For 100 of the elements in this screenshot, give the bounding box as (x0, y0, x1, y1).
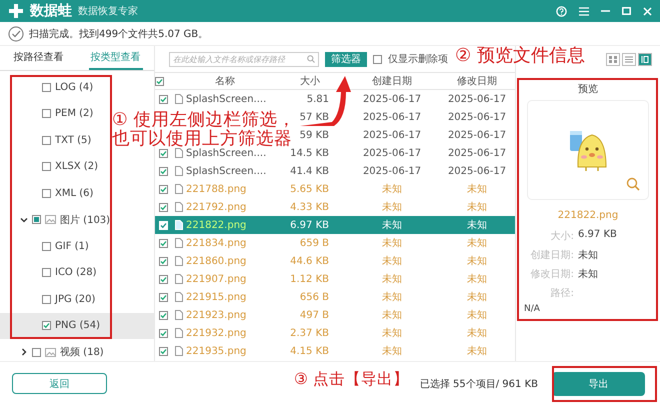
check-circle-icon (8, 26, 24, 42)
chevron-right-icon[interactable] (20, 348, 28, 356)
category-label[interactable]: PNG (54) (55, 320, 100, 332)
category-label[interactable]: JPG (20) (55, 294, 96, 305)
created-date: 未知 (382, 200, 402, 214)
search-icon[interactable] (307, 55, 315, 63)
created-date: 2025-06-17 (362, 166, 422, 176)
preview-view-icon[interactable] (638, 52, 652, 66)
checkbox[interactable] (159, 274, 168, 284)
checkbox[interactable] (159, 166, 168, 176)
checkbox[interactable] (42, 82, 51, 92)
view-tab[interactable]: 按类型查看 (88, 46, 142, 70)
annotation-text: ② 预览文件信息 (455, 47, 585, 65)
file-size: 2.37 KB (290, 328, 329, 338)
selected-category-item[interactable]: PNG (54) (0, 312, 154, 339)
checkbox[interactable] (159, 184, 168, 194)
info-label: 路径: (550, 287, 574, 300)
checkbox[interactable] (373, 54, 382, 64)
list-view-icon[interactable] (622, 52, 636, 66)
file-name[interactable]: SplashScreen.... (186, 166, 266, 176)
file-size: 4.15 KB (290, 346, 329, 356)
checkbox[interactable] (42, 188, 51, 198)
image-icon (45, 215, 56, 224)
export-button[interactable]: 导出 (552, 372, 645, 396)
modified-date: 未知 (467, 254, 487, 268)
file-name[interactable]: SplashScreen.... (186, 148, 266, 158)
checkbox[interactable] (159, 292, 168, 302)
zoom-icon[interactable] (626, 177, 640, 191)
modified-date: 未知 (467, 308, 487, 322)
modified-date: 2025-06-17 (448, 148, 506, 158)
column-header[interactable]: 大小 (300, 74, 320, 88)
file-size: 44.6 KB (290, 256, 329, 266)
checkbox[interactable] (42, 321, 51, 330)
menu-icon[interactable] (579, 6, 589, 16)
checkbox[interactable] (159, 256, 168, 266)
created-date: 未知 (382, 218, 402, 232)
checkbox[interactable] (155, 76, 164, 86)
file-size: 14.5 KB (290, 148, 329, 158)
modified-date: 2025-06-17 (448, 94, 506, 104)
chevron-down-icon[interactable] (20, 216, 28, 224)
checkbox[interactable] (42, 294, 51, 304)
checkbox[interactable] (32, 215, 41, 224)
category-label[interactable]: 图片 (103) (60, 212, 110, 227)
checkbox[interactable] (42, 162, 51, 172)
minimize-icon[interactable] (601, 10, 610, 12)
file-size: 4.33 KB (290, 202, 329, 212)
category-label[interactable]: GIF (1) (55, 240, 89, 252)
modified-date: 未知 (467, 344, 487, 358)
maximize-icon[interactable] (622, 7, 631, 15)
column-header[interactable]: 名称 (215, 74, 235, 88)
category-label[interactable]: TXT (5) (55, 134, 92, 146)
checkbox[interactable] (159, 328, 168, 338)
search-field[interactable]: 在此处输入文件名称或保存路径 (169, 52, 319, 66)
logo-icon (8, 3, 24, 19)
checkbox[interactable] (42, 109, 51, 118)
checkbox[interactable] (42, 136, 51, 145)
modified-date: 2025-06-17 (448, 130, 506, 140)
checkbox[interactable] (159, 202, 168, 212)
view-tab[interactable]: 按路径查看 (12, 46, 66, 70)
file-name[interactable]: SplashScreen.... (186, 94, 266, 104)
created-date: 2025-06-17 (362, 94, 422, 104)
created-date: 2025-06-17 (362, 112, 422, 122)
modified-date: 未知 (467, 326, 487, 340)
file-size: 659 B (300, 238, 329, 248)
filter-button[interactable]: 筛选器 (325, 52, 367, 66)
help-icon[interactable] (556, 6, 567, 16)
back-button[interactable]: 返回 (12, 373, 107, 394)
category-label[interactable]: PEM (2) (55, 108, 94, 120)
category-label[interactable]: XLSX (2) (55, 161, 98, 172)
file-size: 5.81 (306, 94, 329, 104)
checkbox[interactable] (159, 238, 168, 248)
file-size: 6.97 KB (290, 220, 329, 230)
category-label[interactable]: 视频 (18) (60, 345, 104, 360)
category-label[interactable]: XML (6) (55, 188, 94, 199)
grid-view-icon[interactable] (606, 52, 620, 66)
column-header[interactable]: 创建日期 (372, 74, 412, 88)
modified-date: 未知 (467, 218, 487, 232)
category-label[interactable]: LOG (4) (55, 82, 94, 93)
created-date: 未知 (382, 290, 402, 304)
file-size: 59 KB (300, 130, 329, 140)
file-icon (175, 94, 183, 104)
checkbox[interactable] (159, 310, 168, 320)
selection-summary: 已选择 55个项目/ 961 KB (420, 378, 538, 390)
file-size: 5.65 KB (290, 184, 329, 194)
checkbox[interactable] (42, 242, 51, 251)
close-icon[interactable] (643, 6, 652, 16)
checkbox[interactable] (159, 94, 168, 104)
checkbox[interactable] (32, 348, 41, 357)
info-label: 创建日期: (530, 248, 574, 262)
checkbox[interactable] (159, 346, 168, 356)
category-label[interactable]: ICO (28) (55, 267, 97, 278)
created-date: 未知 (382, 236, 402, 250)
path-value: N/A (524, 304, 540, 314)
created-date: 未知 (382, 254, 402, 268)
checkbox[interactable] (159, 148, 168, 158)
created-date: 2025-06-17 (362, 130, 422, 140)
column-header[interactable]: 修改日期 (457, 74, 497, 88)
created-date: 未知 (382, 182, 402, 196)
file-size: 497 B (300, 310, 329, 320)
checkbox[interactable] (42, 268, 51, 278)
